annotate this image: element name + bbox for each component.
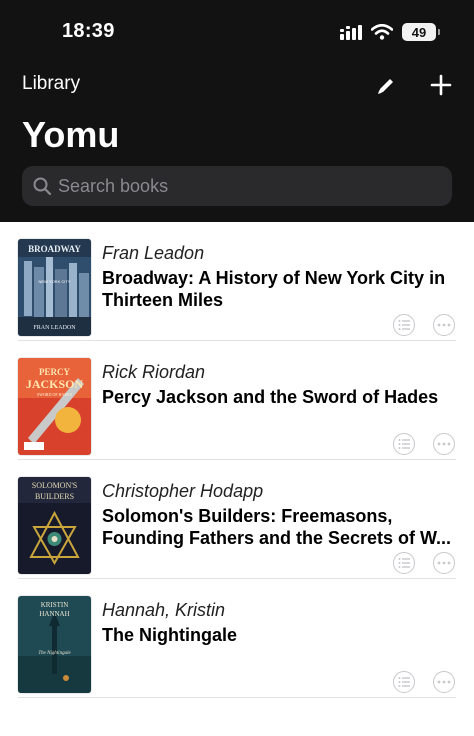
page-title: Yomu [22, 114, 120, 155]
book-author: Fran Leadon [102, 243, 205, 263]
search-input[interactable] [58, 175, 438, 197]
wifi-icon [371, 24, 393, 40]
book-cover: PERCY JACKSON SWORD OF HADES [18, 358, 91, 455]
cover-subtitle: JACKSON [26, 377, 84, 391]
book-more-button[interactable] [433, 671, 455, 693]
list-icon [398, 320, 410, 330]
cover-title: BROADWAY [28, 244, 81, 254]
cover-tagline: SWORD OF HADES [37, 392, 72, 397]
cover-title: KRISTIN [41, 601, 69, 609]
book-more-button[interactable] [433, 314, 455, 336]
book-list-button[interactable] [393, 552, 415, 574]
book-title: Broadway: A History of New York City in … [102, 268, 446, 310]
list-icon [398, 677, 410, 687]
cover-subtitle: BUILDERS [35, 492, 74, 501]
cover-tagline: The Nightingale [38, 651, 71, 656]
ellipsis-icon [437, 442, 451, 446]
book-list-button[interactable] [393, 433, 415, 455]
book-row[interactable]: SOLOMON'S BUILDERS Christopher Hodapp So… [0, 460, 474, 579]
header: 18:39 49 Library Yomu [0, 0, 474, 222]
book-list: BROADWAY NEW YORK CITY FRAN LEADON Fran … [0, 222, 474, 698]
cellular-signal-icon [340, 25, 362, 40]
list-icon [398, 439, 410, 449]
book-list-button[interactable] [393, 314, 415, 336]
cover-subtitle: NEW YORK CITY [39, 279, 71, 284]
cover-title: SOLOMON'S [32, 481, 77, 490]
status-indicators: 49 [340, 20, 440, 44]
book-title: Percy Jackson and the Sword of Hades [102, 387, 439, 407]
book-author: Christopher Hodapp [102, 481, 264, 501]
book-title: Solomon's Builders: Freemasons, Founding… [102, 506, 452, 548]
book-row[interactable]: PERCY JACKSON SWORD OF HADES Rick Riorda… [0, 341, 474, 460]
book-row[interactable]: KRISTIN HANNAH The Nightingale Hannah, K… [0, 579, 474, 698]
status-time: 18:39 [62, 20, 115, 42]
book-author: Rick Riordan [102, 362, 206, 382]
book-list-button[interactable] [393, 671, 415, 693]
pencil-icon [378, 79, 393, 94]
book-cover: BROADWAY NEW YORK CITY FRAN LEADON [18, 239, 91, 336]
search-bar[interactable] [22, 166, 452, 206]
book-row[interactable]: BROADWAY NEW YORK CITY FRAN LEADON Fran … [0, 222, 474, 341]
list-icon [398, 558, 410, 568]
edit-button[interactable] [374, 74, 398, 98]
book-author: Hannah, Kristin [102, 600, 226, 620]
cover-title: PERCY [39, 367, 70, 377]
search-icon [32, 176, 52, 196]
cover-subtitle: HANNAH [39, 610, 69, 618]
cover-author: FRAN LEADON [33, 325, 76, 331]
book-cover: KRISTIN HANNAH The Nightingale [18, 596, 91, 693]
battery-icon: 49 [402, 23, 440, 41]
ellipsis-icon [437, 561, 451, 565]
book-cover: SOLOMON'S BUILDERS [18, 477, 91, 574]
book-title: The Nightingale [102, 625, 237, 645]
book-more-button[interactable] [433, 552, 455, 574]
add-book-button[interactable] [428, 72, 454, 98]
nav-library-label[interactable]: Library [22, 73, 80, 95]
ellipsis-icon [437, 680, 451, 684]
battery-level: 49 [411, 24, 427, 40]
ellipsis-icon [437, 323, 451, 327]
book-more-button[interactable] [433, 433, 455, 455]
plus-icon [430, 74, 452, 96]
